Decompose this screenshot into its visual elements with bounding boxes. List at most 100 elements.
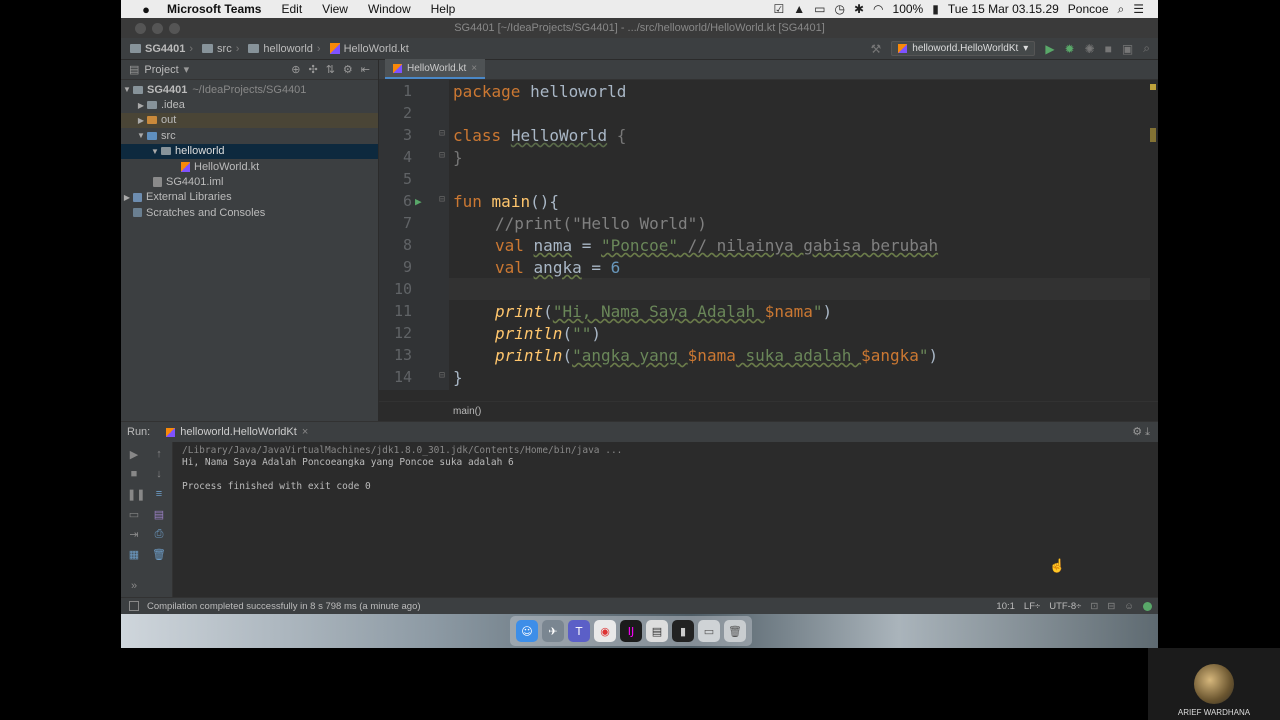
run-icon[interactable]: ▶ xyxy=(1045,42,1054,56)
editor-breadcrumb[interactable]: main() xyxy=(379,401,1158,421)
tree-node-idea[interactable]: ▶ .idea xyxy=(121,97,378,112)
document-icon[interactable]: ▤ xyxy=(646,620,668,642)
chevron-down-icon[interactable]: ▼ xyxy=(149,147,161,156)
crumb-file[interactable]: HelloWorld.kt xyxy=(329,43,409,55)
terminal-icon[interactable]: ▮ xyxy=(672,620,694,642)
fold-icon[interactable]: ⊟ xyxy=(439,128,445,139)
fold-icon[interactable]: ⊟ xyxy=(439,194,445,205)
file-encoding[interactable]: UTF-8÷ xyxy=(1049,601,1081,612)
menu-window[interactable]: Window xyxy=(358,2,421,16)
soft-wrap-icon[interactable]: ≡ xyxy=(152,488,166,500)
down-stack-icon[interactable]: ↓ xyxy=(152,468,166,480)
notification-center-icon[interactable]: ☰ xyxy=(1133,2,1144,16)
search-icon[interactable]: ⌕ xyxy=(1143,41,1150,56)
crumb-project[interactable]: SG4401 xyxy=(130,43,185,55)
stop-icon[interactable]: ■ xyxy=(127,468,141,480)
crumb-src[interactable]: src xyxy=(202,43,232,55)
dump-threads-icon[interactable]: ▭ xyxy=(127,508,141,521)
chevron-down-icon[interactable]: ▾ xyxy=(184,63,190,76)
tree-node-project-root[interactable]: ▼ SG4401 ~/IdeaProjects/SG4401 xyxy=(121,82,378,97)
inspector-icon[interactable]: ☺ xyxy=(1124,601,1134,612)
breadcrumb-function[interactable]: main() xyxy=(453,406,481,417)
wifi-icon[interactable]: ◠ xyxy=(873,2,883,16)
hide-panel-icon[interactable]: ⇤ xyxy=(361,63,370,76)
close-icon[interactable]: × xyxy=(302,426,308,438)
tree-node-helloworld-kt[interactable]: HelloWorld.kt xyxy=(121,159,378,174)
more-icon[interactable]: » xyxy=(127,580,141,592)
fold-icon[interactable]: ⊟ xyxy=(439,150,445,161)
locate-icon[interactable]: ⊕ xyxy=(291,63,300,76)
run-tab[interactable]: helloworld.HelloWorldKt × xyxy=(166,426,308,438)
teams-icon[interactable]: T xyxy=(568,620,590,642)
exit-icon[interactable]: ⇥ xyxy=(127,528,141,541)
tree-node-scratches[interactable]: Scratches and Consoles xyxy=(121,205,378,220)
intellij-icon[interactable]: IJ xyxy=(620,620,642,642)
chevron-right-icon[interactable]: ▶ xyxy=(135,116,147,125)
close-icon[interactable]: × xyxy=(471,63,477,74)
crumb-package[interactable]: helloworld xyxy=(248,43,313,55)
line-separator[interactable]: LF÷ xyxy=(1024,601,1040,612)
bluetooth-icon[interactable]: ✱ xyxy=(854,2,864,16)
menu-edit[interactable]: Edit xyxy=(271,2,312,16)
menu-view[interactable]: View xyxy=(312,2,358,16)
menu-help[interactable]: Help xyxy=(421,2,466,16)
hide-panel-icon[interactable]: ⤓ xyxy=(1145,426,1150,438)
build-hammer-icon[interactable]: ⚒ xyxy=(871,42,882,56)
inspection-marker[interactable] xyxy=(1150,84,1156,90)
chrome-icon[interactable]: ◉ xyxy=(594,620,616,642)
tree-node-out[interactable]: ▶ out xyxy=(121,112,378,129)
pause-icon[interactable]: ❚❚ xyxy=(127,488,145,501)
project-structure-icon[interactable]: ▣ xyxy=(1122,42,1133,56)
rerun-icon[interactable]: ▶ xyxy=(127,448,141,461)
fold-icon[interactable]: ⊟ xyxy=(439,370,445,381)
apple-icon[interactable]: ● xyxy=(135,2,157,17)
stop-icon[interactable]: ■ xyxy=(1105,42,1112,56)
run-gutter-icon[interactable]: ▶ xyxy=(415,195,422,208)
console-output[interactable]: /Library/Java/JavaVirtualMachines/jdk1.8… xyxy=(182,445,622,493)
layout-icon[interactable]: ▦ xyxy=(127,548,141,561)
expand-all-icon[interactable]: ✣ xyxy=(308,63,317,76)
clear-icon[interactable]: 🗑 xyxy=(152,548,166,561)
status-message[interactable]: Compilation completed successfully in 8 … xyxy=(147,601,421,612)
tool-windows-icon[interactable] xyxy=(129,601,139,611)
collapse-all-icon[interactable]: ⇅ xyxy=(326,63,335,76)
menu-app-name[interactable]: Microsoft Teams xyxy=(157,2,271,16)
lock-icon[interactable]: ⊡ xyxy=(1090,601,1098,612)
drive-icon[interactable]: ▲ xyxy=(793,2,805,16)
git-icon[interactable]: ⊟ xyxy=(1107,601,1115,612)
checkbox-icon[interactable]: ☑ xyxy=(773,2,784,16)
scroll-to-end-icon[interactable]: ▤ xyxy=(152,508,166,521)
gear-icon[interactable]: ⚙ xyxy=(1132,426,1142,438)
print-icon[interactable]: ⎙ xyxy=(152,528,166,541)
code-area[interactable]: 1 2 3 4 5 6 7 8 9 10 11 12 13 14 ⊟ ⊟ ▶ ⊟… xyxy=(379,80,1158,390)
caret-position[interactable]: 10:1 xyxy=(996,601,1015,612)
launchpad-icon[interactable]: ✈ xyxy=(542,620,564,642)
chevron-right-icon[interactable]: ▶ xyxy=(121,193,133,202)
up-stack-icon[interactable]: ↑ xyxy=(152,448,166,460)
menubar-clock[interactable]: Tue 15 Mar 03.15.29 xyxy=(948,2,1059,16)
tree-node-external-libraries[interactable]: ▶ External Libraries xyxy=(121,190,378,205)
battery-percent[interactable]: 100% xyxy=(893,2,924,16)
project-view-select[interactable]: Project xyxy=(144,64,178,76)
cast-icon[interactable]: ▭ xyxy=(814,2,825,16)
finder-icon[interactable]: ☺ xyxy=(516,620,538,642)
tree-node-helloworld[interactable]: ▼ helloworld xyxy=(121,143,378,159)
tab-helloworld-kt[interactable]: HelloWorld.kt × xyxy=(385,59,486,79)
clock-icon[interactable]: ◷ xyxy=(834,2,844,16)
warning-stripe[interactable] xyxy=(1150,128,1156,142)
debug-icon[interactable]: ✹ xyxy=(1065,42,1075,56)
coverage-icon[interactable]: ✺ xyxy=(1085,42,1095,56)
battery-icon[interactable]: ▮ xyxy=(932,2,939,16)
tree-node-src[interactable]: ▼ src xyxy=(121,128,378,143)
spotlight-icon[interactable]: ⌕ xyxy=(1118,2,1125,17)
tree-node-iml[interactable]: SG4401.iml xyxy=(121,174,378,189)
menubar-user[interactable]: Poncoe xyxy=(1068,2,1109,16)
chevron-right-icon[interactable]: ▶ xyxy=(135,101,147,110)
trash-icon[interactable]: 🗑 xyxy=(724,620,746,642)
run-configuration-select[interactable]: helloworld.HelloWorldKt ▾ xyxy=(891,41,1036,56)
gear-icon[interactable]: ⚙ xyxy=(343,63,353,76)
chevron-down-icon[interactable]: ▼ xyxy=(135,131,147,140)
chevron-down-icon[interactable]: ▼ xyxy=(121,85,133,94)
participant-video-tile[interactable]: ARIEF WARDHANA xyxy=(1148,648,1280,720)
event-log-icon[interactable] xyxy=(1143,601,1152,611)
